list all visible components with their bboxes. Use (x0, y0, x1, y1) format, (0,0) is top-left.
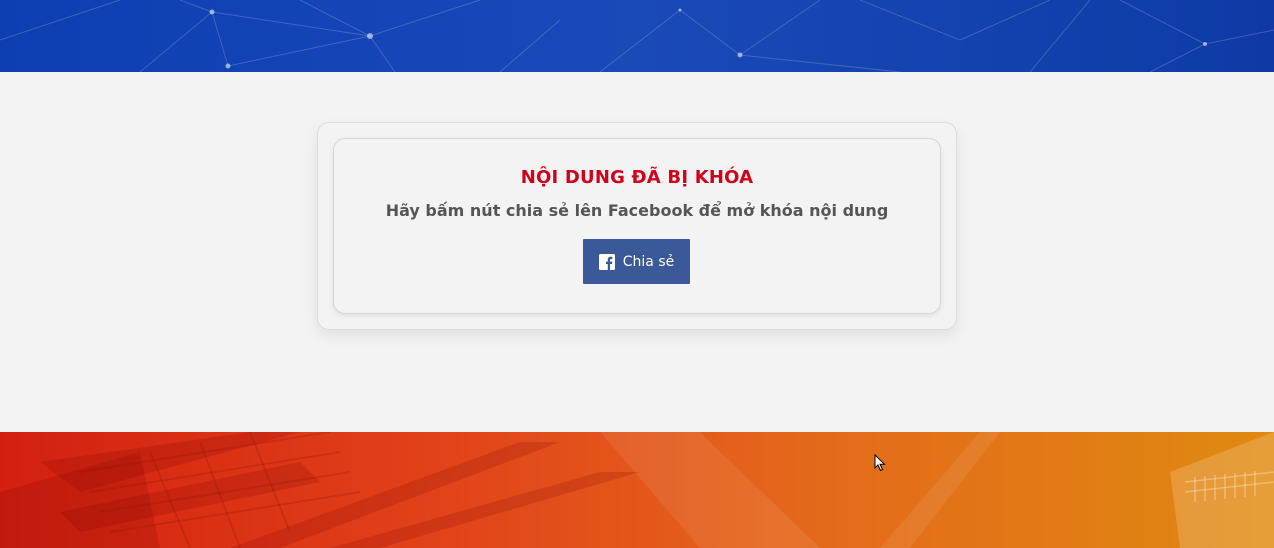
network-pattern (0, 0, 1274, 72)
locked-title: NỘI DUNG ĐÃ BỊ KHÓA (520, 167, 754, 188)
mouse-cursor-icon (874, 454, 886, 472)
locked-content-box: NỘI DUNG ĐÃ BỊ KHÓA Hãy bấm nút chia sẻ … (317, 122, 957, 330)
facebook-icon (598, 253, 615, 270)
bottom-banner (0, 432, 1274, 548)
building-pattern (0, 432, 1274, 548)
top-banner (0, 0, 1274, 72)
facebook-share-button[interactable]: Chia sẻ (583, 239, 690, 284)
locked-content-inner-box: NỘI DUNG ĐÃ BỊ KHÓA Hãy bấm nút chia sẻ … (333, 138, 941, 314)
share-button-label: Chia sẻ (622, 253, 675, 270)
content-area: NỘI DUNG ĐÃ BỊ KHÓA Hãy bấm nút chia sẻ … (0, 72, 1274, 432)
unlock-instructions: Hãy bấm nút chia sẻ lên Facebook để mở k… (385, 201, 889, 220)
